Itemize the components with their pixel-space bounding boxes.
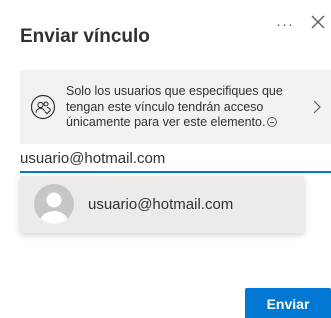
notice-line-3-text: únicamente para ver este elemento. (66, 115, 266, 129)
people-link-icon (30, 94, 56, 120)
recipient-email-input[interactable] (20, 145, 331, 173)
view-only-icon (267, 117, 278, 127)
dialog-title: Enviar vínculo (20, 26, 150, 47)
avatar (34, 184, 74, 224)
contact-suggestion[interactable]: usuario@hotmail.com (20, 176, 304, 233)
notice-line-1: Solo los usuarios que especifiques que (66, 84, 283, 98)
notice-line-2: tengan este vínculo tendrán acceso (66, 99, 264, 114)
close-icon (311, 15, 325, 29)
close-button[interactable] (311, 15, 325, 29)
link-settings-panel[interactable]: Solo los usuarios que especifiques que t… (20, 70, 331, 144)
link-permission-description: Solo los usuarios que especifiques que t… (66, 84, 304, 131)
notice-line-3: únicamente para ver este elemento. (66, 115, 304, 131)
chevron-right-icon (313, 100, 321, 114)
suggestion-email: usuario@hotmail.com (88, 196, 234, 213)
send-link-dialog: Enviar vínculo ··· Solo los usuarios que… (0, 0, 331, 318)
person-icon (40, 192, 68, 224)
send-button[interactable]: Enviar (245, 288, 331, 318)
more-options-button[interactable]: ··· (276, 16, 294, 33)
